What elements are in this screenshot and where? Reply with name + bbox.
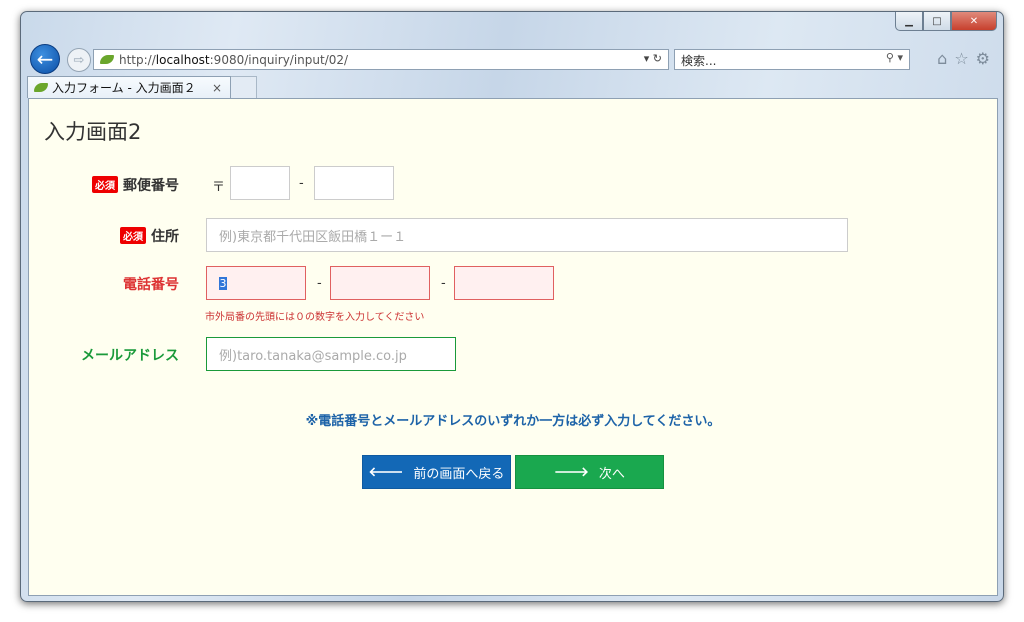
back-page-button[interactable]: 🡐 前の画面へ戻る xyxy=(362,455,511,489)
arrow-left-icon: 🡐 xyxy=(368,465,404,480)
browser-tab[interactable]: 入力フォーム - 入力画面２ × xyxy=(27,76,231,98)
postal-code-second-input[interactable] xyxy=(314,166,394,200)
email-label: メールアドレス xyxy=(81,348,179,364)
close-window-button[interactable]: ✕ xyxy=(951,12,997,31)
postal-code-first-input[interactable] xyxy=(230,166,290,200)
search-box[interactable]: 検索... ⚲ ▾ xyxy=(674,49,910,70)
address-label-row: 必須 住所 xyxy=(79,226,179,246)
phone-separator-1: - xyxy=(317,276,322,291)
settings-gear-icon[interactable]: ⚙ xyxy=(976,49,990,68)
search-icon[interactable]: ⚲ ▾ xyxy=(886,51,903,64)
next-page-label: 次へ xyxy=(598,466,625,482)
contact-required-notice: ※電話番号とメールアドレスのいずれか一方は必ず入力してください。 xyxy=(305,414,721,429)
page-content: 入力画面2 必須 郵便番号 〒 - 必須 住所 例)東京都千代田区飯田橋１ー１ 電話… xyxy=(28,98,998,596)
required-badge: 必須 xyxy=(120,227,146,244)
minimize-button[interactable]: ▁ xyxy=(895,12,923,31)
tab-title: 入力フォーム - 入力画面２ xyxy=(52,81,196,95)
phone-number-input[interactable] xyxy=(454,266,554,300)
address-placeholder: 例)東京都千代田区飯田橋１ー１ xyxy=(219,229,407,245)
toolbar-icons: ⌂ ☆ ⚙ xyxy=(937,49,990,68)
postal-mark: 〒 xyxy=(212,180,226,195)
browser-window: ▁ □ ✕ ← ⇨ http://localhost:9080/inquiry/… xyxy=(20,11,1004,602)
back-button[interactable]: ← xyxy=(30,44,60,74)
email-placeholder: 例)taro.tanaka@sample.co.jp xyxy=(219,348,407,364)
postal-separator: - xyxy=(299,176,304,191)
home-icon[interactable]: ⌂ xyxy=(937,49,947,68)
new-tab-button[interactable] xyxy=(231,76,257,98)
next-page-button[interactable]: 🡒 次へ xyxy=(515,455,664,489)
phone-exchange-input[interactable] xyxy=(330,266,430,300)
back-page-label: 前の画面へ戻る xyxy=(413,466,505,482)
postal-label-row: 必須 郵便番号 xyxy=(79,175,179,195)
favorites-star-icon[interactable]: ☆ xyxy=(954,49,968,68)
forward-button[interactable]: ⇨ xyxy=(67,48,91,72)
arrow-right-icon: ⇨ xyxy=(73,52,85,68)
page-title: 入力画面2 xyxy=(44,120,142,144)
address-label: 住所 xyxy=(151,229,179,245)
refresh-icon[interactable]: ▾ ↻ xyxy=(644,52,662,65)
phone-separator-2: - xyxy=(441,276,446,291)
address-input[interactable]: 例)東京都千代田区飯田橋１ー１ xyxy=(206,218,848,252)
phone-area-code-input[interactable]: 3 xyxy=(206,266,306,300)
phone-area-code-value: 3 xyxy=(219,276,227,290)
tab-leaf-icon xyxy=(34,83,48,92)
url-rest: :9080/inquiry/input/02/ xyxy=(209,52,349,67)
email-input[interactable]: 例)taro.tanaka@sample.co.jp xyxy=(206,337,456,371)
url-prefix: http:// xyxy=(119,52,156,67)
required-badge: 必須 xyxy=(92,176,118,193)
postal-label: 郵便番号 xyxy=(123,178,179,194)
window-controls: ▁ □ ✕ xyxy=(895,12,997,31)
maximize-button[interactable]: □ xyxy=(923,12,951,31)
search-placeholder: 検索... xyxy=(681,54,717,68)
site-leaf-icon xyxy=(100,55,114,64)
arrow-right-icon: 🡒 xyxy=(554,465,589,480)
address-bar[interactable]: http://localhost:9080/inquiry/input/02/ … xyxy=(93,49,669,70)
tab-close-icon[interactable]: × xyxy=(212,81,222,95)
url-host: localhost xyxy=(155,52,210,67)
phone-error-message: 市外局番の先頭には０の数字を入力してください xyxy=(205,312,425,323)
phone-label: 電話番号 xyxy=(123,277,179,293)
arrow-left-icon: ← xyxy=(36,47,54,71)
